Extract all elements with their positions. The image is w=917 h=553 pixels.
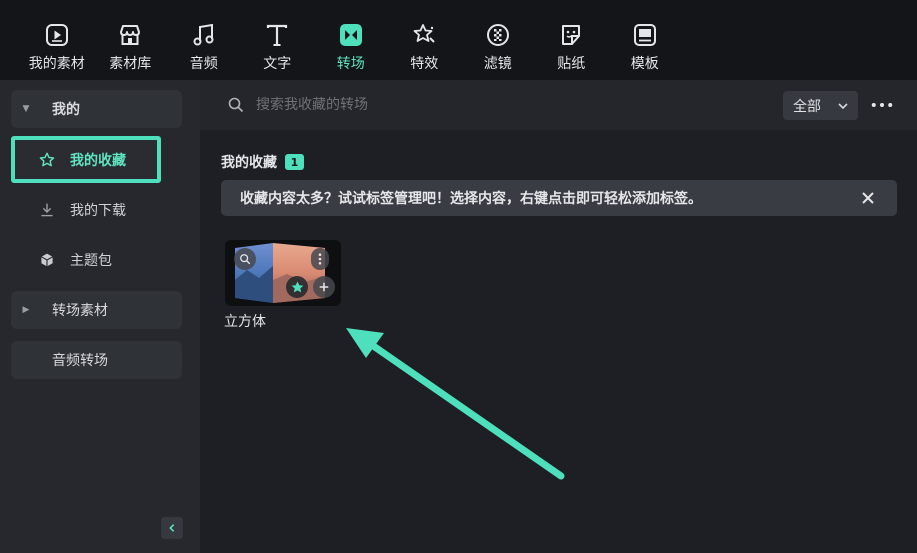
tab-label: 音频 bbox=[189, 56, 218, 72]
text-icon bbox=[262, 20, 292, 50]
section-title: 我的收藏 bbox=[221, 155, 277, 171]
tab-text[interactable]: 文字 bbox=[241, 0, 315, 80]
plus-icon bbox=[319, 282, 329, 292]
collapse-triangle-icon: ▼ bbox=[22, 104, 30, 114]
sidebar-item-label: 主题包 bbox=[70, 253, 112, 269]
tab-stock-library[interactable]: 素材库 bbox=[94, 0, 168, 80]
transition-thumbnail[interactable] bbox=[225, 240, 341, 306]
sidebar-group-label: 我的 bbox=[52, 102, 80, 118]
sticker-icon bbox=[556, 20, 586, 50]
music-note-icon bbox=[189, 20, 219, 50]
sidebar: ▼ 我的 我的收藏 我的下载 主题包 ▶ 转场素材 音频转场 bbox=[0, 80, 200, 553]
tab-templates[interactable]: 模板 bbox=[608, 0, 682, 80]
sidebar-group-label: 音频转场 bbox=[52, 353, 108, 369]
collapse-sidebar-button[interactable] bbox=[161, 517, 183, 539]
sidebar-item-label: 我的收藏 bbox=[70, 152, 126, 169]
transition-icon bbox=[336, 20, 366, 50]
search-bar: 全部 bbox=[200, 80, 917, 130]
download-icon bbox=[37, 200, 57, 220]
tab-label: 贴纸 bbox=[557, 56, 586, 72]
filter-icon bbox=[483, 20, 513, 50]
chevron-down-icon bbox=[838, 103, 848, 110]
close-icon[interactable] bbox=[860, 190, 876, 206]
star-icon bbox=[291, 281, 303, 292]
more-options-button[interactable] bbox=[870, 94, 894, 116]
tab-label: 我的素材 bbox=[28, 56, 85, 72]
effects-icon bbox=[409, 20, 439, 50]
transition-name: 立方体 bbox=[224, 314, 266, 330]
theme-pack-icon bbox=[37, 250, 57, 270]
sidebar-group-label: 转场素材 bbox=[52, 303, 108, 319]
section-header: 我的收藏 1 bbox=[221, 152, 304, 172]
star-icon bbox=[37, 150, 57, 170]
tip-banner: 收藏内容太多？试试标签管理吧！选择内容，右键点击即可轻松添加标签。 bbox=[221, 180, 897, 216]
magnifier-icon bbox=[240, 254, 251, 265]
sidebar-item-my-downloads[interactable]: 我的下载 bbox=[11, 190, 182, 230]
favorite-button[interactable] bbox=[286, 276, 308, 298]
card-more-button[interactable] bbox=[311, 248, 329, 270]
count-badge: 1 bbox=[285, 154, 304, 170]
chevron-left-icon bbox=[169, 524, 175, 532]
tab-audio[interactable]: 音频 bbox=[167, 0, 241, 80]
store-icon bbox=[115, 20, 145, 50]
tab-effects[interactable]: 特效 bbox=[388, 0, 462, 80]
tab-filters[interactable]: 滤镜 bbox=[461, 0, 535, 80]
tab-label: 转场 bbox=[336, 56, 365, 72]
tab-label: 素材库 bbox=[109, 56, 152, 72]
tab-transitions[interactable]: 转场 bbox=[314, 0, 388, 80]
tab-label: 文字 bbox=[263, 56, 292, 72]
sidebar-group-audio-transitions[interactable]: 音频转场 bbox=[11, 341, 182, 379]
sidebar-group-mine[interactable]: ▼ 我的 bbox=[11, 90, 182, 128]
search-icon bbox=[228, 97, 244, 113]
tab-label: 特效 bbox=[410, 56, 439, 72]
expand-triangle-icon: ▶ bbox=[22, 305, 30, 315]
tab-label: 模板 bbox=[630, 56, 659, 72]
filter-selected-value: 全部 bbox=[793, 98, 821, 115]
tab-stickers[interactable]: 贴纸 bbox=[535, 0, 609, 80]
top-toolbar: 我的素材 素材库 音频 文字 转场 特效 滤镜 贴纸 模板 bbox=[0, 0, 917, 80]
vertical-dots-icon bbox=[318, 253, 322, 265]
my-media-icon bbox=[42, 20, 72, 50]
sidebar-item-label: 我的下载 bbox=[70, 203, 126, 219]
preview-button[interactable] bbox=[234, 248, 256, 270]
search-input[interactable] bbox=[256, 94, 656, 116]
filter-dropdown[interactable]: 全部 bbox=[783, 91, 858, 120]
more-dots-icon bbox=[871, 102, 893, 108]
tip-text: 收藏内容太多？试试标签管理吧！选择内容，右键点击即可轻松添加标签。 bbox=[240, 191, 702, 207]
transition-card[interactable]: 立方体 bbox=[224, 240, 342, 331]
add-to-timeline-button[interactable] bbox=[313, 276, 335, 298]
sidebar-group-transition-assets[interactable]: ▶ 转场素材 bbox=[11, 291, 182, 329]
tab-label: 滤镜 bbox=[483, 56, 512, 72]
template-icon bbox=[630, 20, 660, 50]
tab-my-media[interactable]: 我的素材 bbox=[20, 0, 94, 80]
sidebar-item-my-favorites[interactable]: 我的收藏 bbox=[11, 136, 161, 183]
sidebar-item-theme-packs[interactable]: 主题包 bbox=[11, 240, 182, 280]
